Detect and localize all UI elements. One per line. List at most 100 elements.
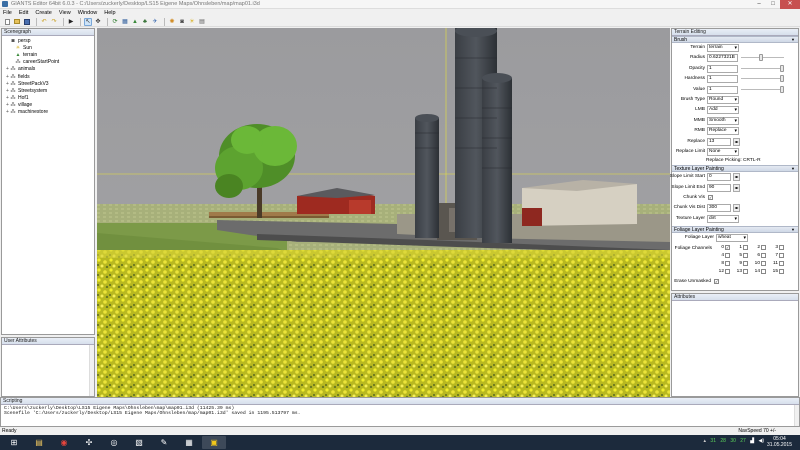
opacity-slider-knob[interactable] (780, 64, 784, 72)
foliage-channel-checkbox[interactable] (761, 252, 766, 258)
light-icon[interactable]: ☀ (188, 18, 196, 26)
slope-start-spin-icon[interactable]: ◂▸ (733, 173, 740, 182)
lmb-select[interactable]: Add (707, 106, 739, 115)
slope-end-spin-icon[interactable]: ◂▸ (733, 183, 740, 192)
chunk-vis-dist-input[interactable]: 300 (707, 204, 731, 213)
navigate-icon[interactable]: ✈ (151, 18, 159, 26)
menu-window[interactable]: Window (78, 9, 98, 17)
replace-input[interactable]: 13 (707, 137, 731, 146)
scripting-scrollbar[interactable] (794, 405, 799, 426)
opacity-input[interactable]: 1 (707, 64, 738, 73)
menu-edit[interactable]: Edit (19, 9, 28, 17)
scenegraph-item[interactable]: + ⁂ Hof1 (5, 95, 94, 102)
foliage-channel-checkbox[interactable] (743, 268, 748, 274)
texture-section-header[interactable]: Texture Layer Painting ▼ (672, 165, 798, 173)
menu-view[interactable]: View (59, 9, 71, 17)
foliage-channel-checkbox[interactable] (761, 268, 766, 274)
scenegraph-item[interactable]: ⁂ careerStartPoint (5, 59, 94, 66)
foliage-channel-checkbox[interactable] (761, 244, 766, 250)
radius-input[interactable]: 0.6227321B (707, 54, 738, 63)
brush-section-header[interactable]: Brush ▼ (672, 36, 798, 43)
scenegraph-item[interactable]: ▲ terrain (5, 51, 94, 58)
scenegraph-item[interactable]: + ⁂ StreetPackV3 (5, 80, 94, 87)
foliage-channel-checkbox[interactable] (779, 252, 784, 258)
foliage-channel-checkbox[interactable] (779, 268, 784, 274)
redo-icon[interactable]: ↷ (50, 18, 58, 26)
move-tool-icon[interactable]: ✥ (94, 18, 102, 26)
text-editor-icon[interactable]: ▦ (177, 436, 201, 449)
texture-layer-select[interactable]: dirt (707, 214, 739, 223)
terrain-icon[interactable]: ▲ (131, 18, 139, 26)
rotate-tool-icon[interactable]: ⟳ (111, 18, 119, 26)
scenegraph-item[interactable]: + ⁂ machinestore (5, 109, 94, 116)
image-tool-icon[interactable]: ▧ (127, 436, 151, 449)
network-icon[interactable]: ▟ (750, 438, 754, 444)
giants-editor-icon[interactable]: ▣ (202, 436, 226, 449)
volume-icon[interactable]: ◀) (758, 438, 764, 444)
hardness-input[interactable]: 1 (707, 75, 738, 84)
chunk-vis-checkbox[interactable]: ✓ (708, 195, 713, 201)
opacity-slider[interactable] (741, 64, 784, 72)
replace-limit-select[interactable]: None (707, 147, 739, 156)
new-file-icon[interactable] (3, 18, 11, 26)
scenegraph-item[interactable]: + ⁂ fields (5, 73, 94, 80)
foliage-channel-checkbox[interactable] (761, 260, 766, 266)
save-icon[interactable] (23, 18, 31, 26)
steam-icon[interactable]: ◎ (102, 436, 126, 449)
start-button[interactable]: ⊞ (2, 436, 26, 449)
camera-icon[interactable]: ◙ (178, 18, 186, 26)
chrome-icon[interactable]: ◉ (52, 436, 76, 449)
mmb-select[interactable]: Smooth (707, 116, 739, 125)
undo-icon[interactable]: ↶ (40, 18, 48, 26)
slope-end-input[interactable]: 90 (707, 183, 731, 192)
scenegraph-item[interactable]: ◙ persp (5, 37, 94, 44)
foliage-channel-checkbox[interactable] (779, 260, 784, 266)
scenegraph-item[interactable]: + ⁂ Streetsystem (5, 87, 94, 94)
menu-file[interactable]: File (3, 9, 12, 17)
foliage-channel-checkbox[interactable] (779, 244, 784, 250)
paint-icon[interactable]: ✎ (152, 436, 176, 449)
open-icon[interactable] (13, 18, 21, 26)
play-icon[interactable]: ▶ (67, 18, 75, 26)
grid-icon[interactable]: ▤ (198, 18, 206, 26)
rmb-select[interactable]: Replace (707, 127, 739, 136)
select-tool-icon[interactable]: ↖ (84, 17, 92, 26)
gamepad-icon[interactable]: ✣ (77, 436, 101, 449)
close-button[interactable]: ✕ (780, 0, 800, 9)
foliage-icon[interactable]: ♣ (141, 18, 149, 26)
foliage-channel-checkbox[interactable] (743, 252, 748, 258)
foliage-layer-select[interactable]: wheat (716, 234, 748, 243)
radius-slider[interactable] (741, 54, 784, 62)
value-input[interactable]: 1 (707, 85, 738, 94)
scenegraph-item[interactable]: ☀ Sun (5, 44, 94, 51)
menu-help[interactable]: Help (104, 9, 115, 17)
hardness-slider[interactable] (741, 75, 784, 83)
radius-slider-knob[interactable] (758, 54, 763, 62)
explorer-icon[interactable]: ▤ (27, 436, 51, 449)
foliage-channel-checkbox[interactable] (743, 244, 748, 250)
scenegraph-item[interactable]: + ⁂ village (5, 102, 94, 109)
minimize-button[interactable]: – (752, 0, 766, 9)
foliage-section-header[interactable]: Foliage Layer Painting ▼ (672, 226, 798, 234)
value-slider[interactable] (741, 85, 784, 93)
foliage-channel-checkbox[interactable]: ✓ (725, 244, 730, 250)
foliage-channel-checkbox[interactable] (743, 260, 748, 266)
clock[interactable]: 05:04 31.05.2015 (767, 436, 792, 448)
render-icon[interactable]: ✺ (168, 18, 176, 26)
slope-start-input[interactable]: 0 (707, 173, 731, 182)
chunk-vis-dist-spin-icon[interactable]: ◂▸ (733, 204, 740, 213)
erase-unmasked-checkbox[interactable]: ✓ (714, 278, 719, 284)
foliage-channel-checkbox[interactable] (725, 268, 730, 274)
menu-create[interactable]: Create (35, 9, 52, 17)
hardness-slider-knob[interactable] (780, 75, 784, 83)
foliage-channel-checkbox[interactable] (725, 260, 730, 266)
foliage-channel-checkbox[interactable] (725, 252, 730, 258)
scenegraph-item[interactable]: + ⁂ animals (5, 66, 94, 73)
brush-type-select[interactable]: Round (707, 95, 739, 104)
3d-viewport[interactable] (97, 28, 670, 397)
scale-tool-icon[interactable]: ▦ (121, 18, 129, 26)
terrain-select[interactable]: terrain (707, 44, 739, 52)
maximize-button[interactable]: □ (766, 0, 780, 9)
user-attributes-scrollbar[interactable] (89, 345, 94, 396)
value-slider-knob[interactable] (780, 85, 784, 93)
